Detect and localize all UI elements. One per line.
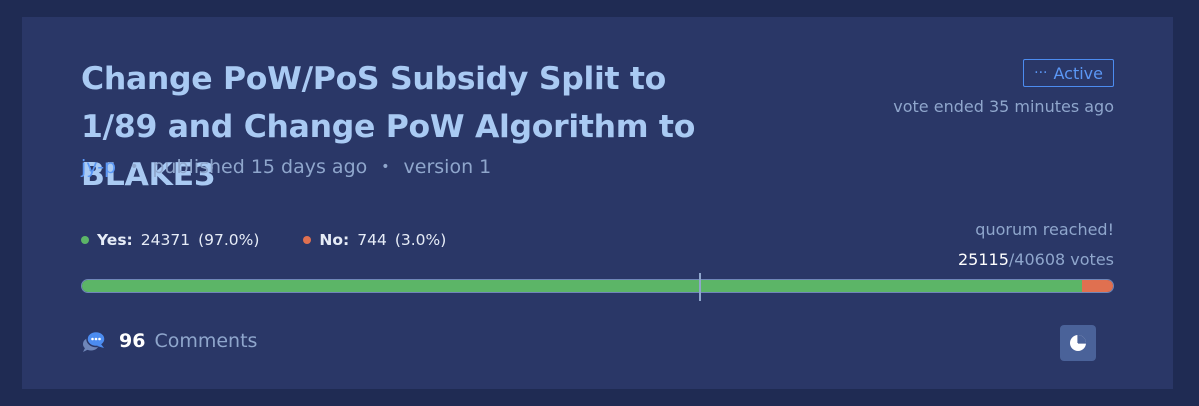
quorum-status: quorum reached! xyxy=(975,220,1114,239)
votes-eligible: /40608 votes xyxy=(1008,250,1114,269)
yes-label: Yes: xyxy=(97,231,133,249)
meta-separator: • xyxy=(130,159,139,175)
version-text: version 1 xyxy=(403,156,492,178)
no-label: No: xyxy=(319,231,350,249)
comments-label: Comments xyxy=(154,330,258,352)
no-count: 744 xyxy=(357,231,387,249)
votes-cast: 25115 xyxy=(958,250,1009,269)
proposal-card: Change PoW/PoS Subsidy Split to 1/89 and… xyxy=(22,17,1173,389)
comment-bubble-icon xyxy=(83,330,106,352)
comments-link[interactable]: 96 Comments xyxy=(81,329,257,353)
status-badge: ··· Active xyxy=(1023,59,1114,87)
vote-results: Yes: 24371 (97.0%) No: 744 (3.0%) xyxy=(81,231,446,249)
author-link[interactable]: jy-p xyxy=(81,156,116,178)
meta-separator: • xyxy=(381,159,390,175)
status-dots-icon: ··· xyxy=(1034,65,1048,81)
proposal-meta: jy-p • published 15 days ago • version 1 xyxy=(81,156,491,178)
status-label: Active xyxy=(1053,63,1104,83)
pie-chart-icon xyxy=(1070,335,1086,351)
yes-result: Yes: 24371 (97.0%) xyxy=(81,231,259,249)
comments-count: 96 xyxy=(119,330,146,352)
vote-ended-text: vote ended 35 minutes ago xyxy=(893,97,1114,116)
no-dot-icon xyxy=(303,236,312,244)
yes-percent: (97.0%) xyxy=(198,231,260,249)
vote-total: 25115/40608 votes xyxy=(958,250,1114,269)
quorum-marker xyxy=(699,273,701,301)
no-result: No: 744 (3.0%) xyxy=(303,231,446,249)
vote-chart-button[interactable] xyxy=(1060,325,1096,361)
yes-dot-icon xyxy=(81,236,89,244)
vote-progress-bar xyxy=(81,279,1114,293)
published-text: published 15 days ago xyxy=(152,156,368,178)
yes-count: 24371 xyxy=(140,231,191,249)
yes-bar-segment xyxy=(82,280,1083,292)
no-percent: (3.0%) xyxy=(394,231,447,249)
no-bar-segment xyxy=(1082,280,1113,292)
